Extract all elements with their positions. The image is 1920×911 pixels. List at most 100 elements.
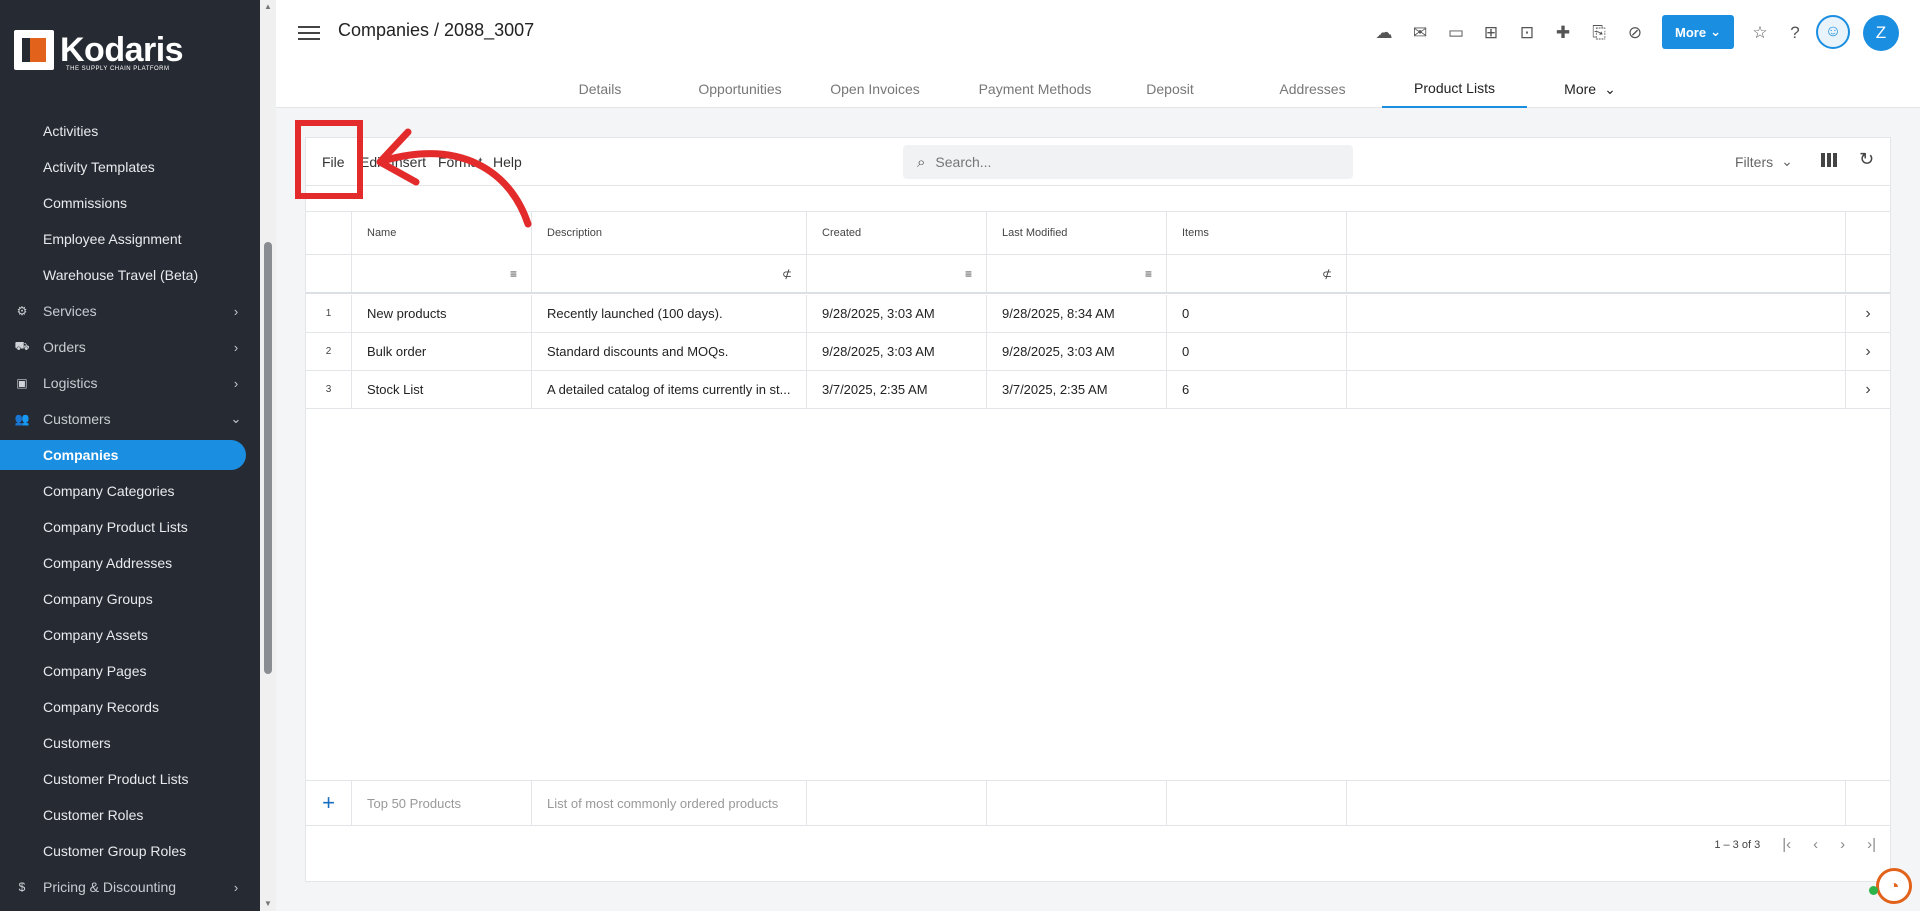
sidebar-item-customer-product-lists[interactable]: Customer Product Lists (0, 764, 246, 794)
sidebar-item-company-addresses[interactable]: Company Addresses (0, 548, 246, 578)
cell-items[interactable]: 0 (1167, 333, 1347, 370)
filter-icon[interactable]: ≡ (987, 255, 1167, 292)
sidebar-item-company-categories[interactable]: Company Categories (0, 476, 246, 506)
sidebar-scrollbar[interactable]: ▲ ▼ (260, 0, 276, 911)
pagination: 1 – 3 of 3 |‹ ‹ › ›| (1714, 836, 1876, 853)
chevron-right-icon[interactable]: › (1846, 333, 1890, 370)
sidebar-item-services[interactable]: ⚙ Services › (0, 296, 246, 326)
add-to-screen-icon[interactable]: ⊡ (1516, 22, 1538, 44)
sidebar-item-logistics[interactable]: ▣ Logistics › (0, 368, 246, 398)
cell-name[interactable]: Stock List (352, 371, 532, 408)
help-icon[interactable]: ? (1784, 22, 1806, 44)
sidebar-item-warehouse-travel-beta[interactable]: Warehouse Travel (Beta) (0, 260, 246, 290)
cell-created[interactable]: 9/28/2025, 3:03 AM (807, 333, 987, 370)
chevron-right-icon[interactable]: › (1846, 371, 1890, 408)
kodaris-logo[interactable]: Kodaris THE SUPPLY CHAIN PLATFORM (14, 30, 184, 72)
chevron-down-icon: ⌄ (1604, 80, 1616, 97)
new-row-name[interactable]: Top 50 Products (352, 781, 532, 825)
tab-addresses[interactable]: Addresses (1230, 70, 1395, 108)
column-header-items[interactable]: Items (1167, 212, 1347, 254)
filter-off-icon[interactable]: ⊄ (1167, 255, 1347, 292)
column-header-description[interactable]: Description (532, 212, 807, 254)
cell-modified[interactable]: 3/7/2025, 2:35 AM (987, 371, 1167, 408)
assistant-bot-icon[interactable]: ☺ (1816, 15, 1850, 49)
table-row[interactable]: 1 New products Recently launched (100 days… (306, 295, 1890, 333)
scroll-down-icon[interactable]: ▼ (263, 899, 273, 908)
sidebar-item-pricing-discounting[interactable]: $ Pricing & Discounting › (0, 872, 246, 902)
search-input[interactable] (935, 154, 1336, 170)
sidebar-item-company-assets[interactable]: Company Assets (0, 620, 246, 650)
sidebar-item-orders[interactable]: ⛟ Orders › (0, 332, 246, 362)
last-page-icon[interactable]: ›| (1867, 836, 1876, 853)
table-row[interactable]: 2 Bulk order Standard discounts and MOQs. 9… (306, 333, 1890, 371)
cell-description[interactable]: A detailed catalog of items currently in… (532, 371, 807, 408)
chat-support-icon[interactable]: ◔ (1876, 868, 1912, 904)
star-icon[interactable]: ☆ (1749, 22, 1771, 44)
refresh-icon[interactable]: ↻ (1859, 149, 1874, 170)
tab-more[interactable]: More ⌄ (1530, 70, 1650, 108)
chevron-right-icon: › (233, 375, 239, 391)
column-header-last-modified[interactable]: Last Modified (987, 212, 1167, 254)
cell-name[interactable]: Bulk order (352, 333, 532, 370)
add-icon[interactable]: + (306, 781, 352, 825)
sidebar-item-activity-templates[interactable]: Activity Templates (0, 152, 246, 182)
table-row[interactable]: 3 Stock List A detailed catalog of items c… (306, 371, 1890, 409)
tab-payment-methods[interactable]: Payment Methods (940, 70, 1130, 108)
sidebar-item-label: Company Product Lists (43, 519, 188, 535)
filters-button[interactable]: Filters ⌄ (1735, 153, 1793, 170)
previous-page-icon[interactable]: ‹ (1813, 836, 1818, 853)
filter-off-icon[interactable]: ⊄ (532, 255, 807, 292)
sidebar-item-label: Company Addresses (43, 555, 173, 571)
tab-open-invoices[interactable]: Open Invoices (800, 70, 950, 108)
sidebar-item-commissions[interactable]: Commissions (0, 188, 246, 218)
cell-description[interactable]: Recently launched (100 days). (532, 295, 807, 332)
user-avatar[interactable]: Z (1863, 15, 1899, 51)
sidebar-item-label: Pricing & Discounting (43, 879, 177, 895)
cloud-upload-icon[interactable]: ☁ (1373, 22, 1395, 44)
sidebar-item-employee-assignment[interactable]: Employee Assignment (0, 224, 246, 254)
sidebar-item-company-groups[interactable]: Company Groups (0, 584, 246, 614)
search-box[interactable]: ⌕ (903, 145, 1353, 179)
sidebar-item-company-pages[interactable]: Company Pages (0, 656, 246, 686)
new-row-description[interactable]: List of most commonly ordered products (532, 781, 807, 825)
menu-icon[interactable] (298, 22, 320, 42)
tab-details[interactable]: Details (540, 70, 660, 108)
sidebar-item-customer-group-roles[interactable]: Customer Group Roles (0, 836, 246, 866)
filter-icon[interactable]: ≡ (352, 255, 532, 292)
mail-icon[interactable]: ✉ (1409, 22, 1431, 44)
filter-icon[interactable]: ≡ (807, 255, 987, 292)
sidebar-item-customers[interactable]: Customers (0, 728, 246, 758)
chevron-right-icon[interactable]: › (1846, 295, 1890, 332)
cell-description[interactable]: Standard discounts and MOQs. (532, 333, 807, 370)
cell-created[interactable]: 3/7/2025, 2:35 AM (807, 371, 987, 408)
tab-deposit[interactable]: Deposit (1105, 70, 1235, 108)
sidebar-item-customers[interactable]: 👥 Customers ⌄ (0, 404, 246, 434)
sidebar-item-customer-roles[interactable]: Customer Roles (0, 800, 246, 830)
cell-num: 1 (306, 295, 352, 332)
payment-icon[interactable]: ▭ (1445, 22, 1467, 44)
tab-product-lists[interactable]: Product Lists (1382, 70, 1527, 108)
chevron-down-icon: ⌄ (1781, 153, 1793, 169)
sidebar-item-companies[interactable]: Companies (0, 440, 246, 470)
columns-icon[interactable] (1821, 153, 1837, 167)
gift-icon[interactable]: ⊞ (1480, 22, 1502, 44)
add-person-icon[interactable]: ✚ (1552, 22, 1574, 44)
cell-modified[interactable]: 9/28/2025, 3:03 AM (987, 333, 1167, 370)
cell-modified[interactable]: 9/28/2025, 8:34 AM (987, 295, 1167, 332)
cell-name[interactable]: New products (352, 295, 532, 332)
cell-items[interactable]: 0 (1167, 295, 1347, 332)
first-page-icon[interactable]: |‹ (1782, 836, 1791, 853)
scroll-up-icon[interactable]: ▲ (263, 2, 273, 11)
product-lists-panel: File Edit Insert Format Help ⌕ Filters ⌄… (305, 137, 1891, 882)
cell-items[interactable]: 6 (1167, 371, 1347, 408)
more-button[interactable]: More ⌄ (1662, 15, 1734, 49)
attachment-icon[interactable]: ⊘ (1624, 22, 1646, 44)
next-page-icon[interactable]: › (1840, 836, 1845, 853)
column-header-created[interactable]: Created (807, 212, 987, 254)
cell-created[interactable]: 9/28/2025, 3:03 AM (807, 295, 987, 332)
scrollbar-thumb[interactable] (264, 242, 272, 674)
sidebar-item-activities[interactable]: Activities (0, 116, 246, 146)
add-file-icon[interactable]: ⎘ (1588, 22, 1610, 44)
sidebar-item-company-product-lists[interactable]: Company Product Lists (0, 512, 246, 542)
sidebar-item-company-records[interactable]: Company Records (0, 692, 246, 722)
